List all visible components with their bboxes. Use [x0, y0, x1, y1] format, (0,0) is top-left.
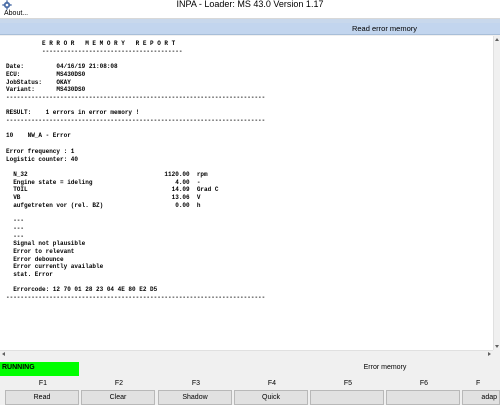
report-line: Signal not plausible — [6, 240, 86, 248]
scroll-up-icon[interactable] — [495, 38, 499, 41]
report-line: ECU: MS430DS0 — [6, 70, 86, 78]
report-line: Error currently available — [6, 263, 104, 271]
report-line: E R R O R M E M O R Y R E P O R T — [6, 40, 176, 47]
report-line: Error to relevant — [6, 247, 75, 255]
function-key-labels: F1 F2 F3 F4 F5 F6 F — [0, 376, 500, 390]
report-line: Date: 04/16/19 21:08:08 — [6, 63, 118, 71]
report-line: 10 NW_A - Error — [6, 132, 71, 140]
report-line: aufgetreten vor (rel. BZ) 0.00 h — [6, 201, 201, 209]
report-line: --- — [6, 217, 25, 225]
mode-label: Error memory — [363, 364, 407, 371]
f5-button[interactable] — [310, 390, 384, 405]
report-line: JobStatus: OKAY — [6, 78, 71, 86]
report-line: Errorcode: 12 70 01 28 23 04 4E 80 E2 D5 — [6, 286, 158, 294]
report-line: stat. Error — [6, 271, 53, 278]
window-title: INPA - Loader: MS 43.0 Version 1.17 — [176, 0, 324, 9]
fkey-label-f4: F4 — [267, 380, 277, 387]
function-button-row: Read Clear Shadow Quick adap — [0, 390, 500, 405]
fkey-label-f6: F6 — [419, 380, 429, 387]
report-line: Logistic counter: 40 — [6, 155, 79, 163]
report-line: --------------------------------------- — [6, 47, 183, 55]
adapt-button[interactable]: adap — [462, 390, 500, 405]
fkey-label-f3: F3 — [191, 380, 201, 387]
report-line: Engine state = ideling 4.00 - — [6, 178, 201, 186]
report-line: --- — [6, 224, 25, 232]
fkey-label-f2: F2 — [114, 380, 124, 387]
report-line: Variant: MS430DS0 — [6, 86, 86, 94]
report-line: ----------------------------------------… — [6, 117, 266, 124]
header-band: Read error memory — [0, 23, 500, 35]
fkey-label-f1: F1 — [38, 380, 48, 387]
scroll-right-icon[interactable] — [488, 352, 491, 356]
report-line: ----------------------------------------… — [6, 93, 266, 101]
quick-button[interactable]: Quick — [234, 390, 308, 405]
report-line: VB 13.06 V — [6, 194, 201, 201]
scroll-left-icon[interactable] — [2, 352, 5, 356]
read-button[interactable]: Read — [5, 390, 79, 405]
menu-bar: About... — [0, 10, 500, 19]
report-line: --- — [6, 232, 25, 240]
fkey-label-f7: F — [476, 380, 481, 387]
title-bar: INPA - Loader: MS 43.0 Version 1.17 — [0, 0, 500, 10]
report-line: Error debounce — [6, 255, 64, 263]
report-line: N_32 1120.00 rpm — [6, 170, 208, 178]
screen-title: Read error memory — [351, 24, 417, 33]
clear-button[interactable]: Clear — [81, 390, 155, 405]
report-line: Error frequency : 1 — [6, 147, 75, 155]
report-line: TOIL 14.09 Grad C — [6, 186, 219, 194]
error-report-text[interactable]: E R R O R M E M O R Y R E P O R T ------… — [0, 36, 493, 350]
scroll-down-icon[interactable] — [495, 345, 499, 348]
report-line: ----------------------------------------… — [6, 294, 266, 302]
fkey-label-f5: F5 — [343, 380, 353, 387]
shadow-button[interactable]: Shadow — [158, 390, 232, 405]
f6-button[interactable] — [386, 390, 460, 405]
vertical-scrollbar[interactable] — [493, 36, 500, 350]
horizontal-scrollbar[interactable] — [0, 350, 493, 357]
status-bar: RUNNING Error memory — [0, 362, 500, 376]
report-line: RESULT: 1 errors in error memory ! — [6, 109, 140, 117]
